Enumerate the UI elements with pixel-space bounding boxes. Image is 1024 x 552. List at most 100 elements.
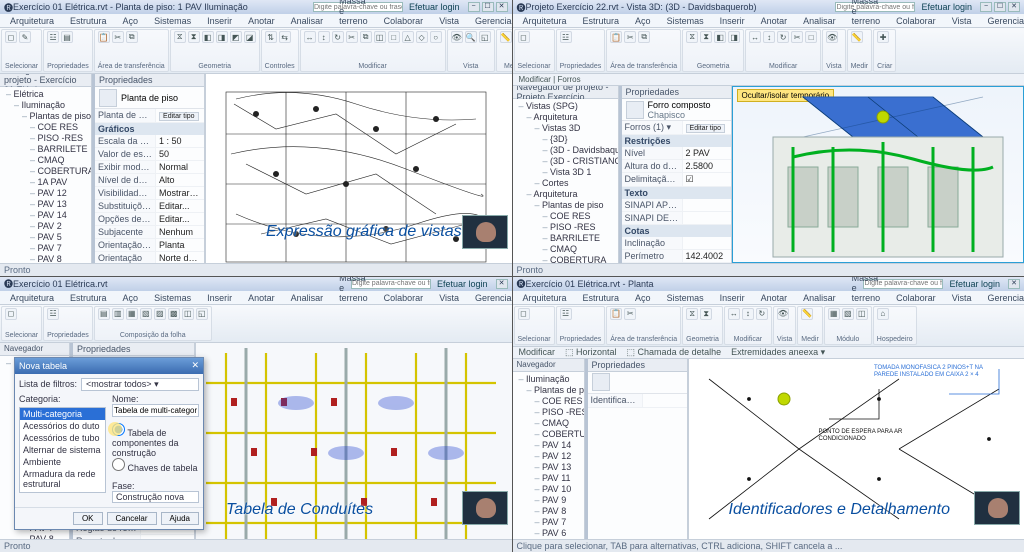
- properties-header[interactable]: Propriedades: [95, 74, 204, 87]
- ribbon-tab[interactable]: Arquitetura: [519, 292, 571, 304]
- tree-node[interactable]: Elétrica: [6, 89, 89, 100]
- property-value[interactable]: [683, 199, 731, 211]
- ribbon-tab[interactable]: Sistemas: [150, 292, 195, 304]
- tree-node[interactable]: CMAQ: [519, 244, 616, 255]
- tree-node[interactable]: Cortes: [519, 178, 616, 189]
- cancel-button[interactable]: Cancelar: [107, 512, 157, 525]
- property-value[interactable]: Mostrar ambos: [156, 187, 204, 199]
- ribbon-button[interactable]: ⧉: [126, 31, 138, 43]
- category-item[interactable]: Armadura da rede estrutural: [20, 468, 105, 490]
- property-value[interactable]: Normal: [156, 161, 204, 173]
- ribbon-tab[interactable]: Gerenciar: [984, 292, 1024, 304]
- option-item[interactable]: ⬚ Chamada de detalhe: [627, 347, 722, 358]
- option-item[interactable]: Extremidades aneexa ▾: [731, 347, 825, 358]
- ribbon-button[interactable]: ⧉: [360, 31, 372, 43]
- property-row[interactable]: Orientação sobr...Planta: [95, 239, 204, 252]
- ribbon-button[interactable]: 📋: [98, 31, 110, 43]
- property-value[interactable]: 50: [156, 148, 204, 160]
- titlebar[interactable]: 🅡 Exercício 01 Elétrica.rvt Efetuar logi…: [0, 277, 512, 291]
- property-row[interactable]: Visibilidade de p...Mostrar ambos: [95, 187, 204, 200]
- ribbon-tab[interactable]: Colaborar: [380, 292, 428, 304]
- ribbon-tab[interactable]: Arquitetura: [6, 15, 58, 27]
- ribbon-button[interactable]: 🔍: [465, 31, 477, 43]
- property-row[interactable]: Substituições Vi...Editar...: [95, 200, 204, 213]
- category-item[interactable]: Alternar de sistema: [20, 444, 105, 456]
- ribbon-tab[interactable]: Aço: [119, 15, 143, 27]
- tree-node[interactable]: PAV 6: [519, 528, 582, 539]
- ribbon-button[interactable]: ⧗: [188, 31, 200, 43]
- ribbon-button[interactable]: ▤: [98, 308, 110, 320]
- ribbon-button[interactable]: ◻: [5, 31, 17, 43]
- tree-node[interactable]: COE RES: [519, 211, 616, 222]
- project-browser-header[interactable]: Navegador: [513, 359, 584, 372]
- category-item[interactable]: Acessórios de tubo: [20, 432, 105, 444]
- property-row[interactable]: SubjacenteNenhum: [95, 226, 204, 239]
- login-link[interactable]: Efetuar login: [409, 2, 460, 12]
- property-row[interactable]: Delimitação de a...☑: [622, 173, 731, 187]
- min-button[interactable]: −: [468, 2, 480, 12]
- property-row[interactable]: Opções de exibi...Editar...: [95, 213, 204, 226]
- tree-node[interactable]: PAV 8: [519, 506, 582, 517]
- ribbon-button[interactable]: 👁: [826, 31, 838, 43]
- ribbon-button[interactable]: ▦: [126, 308, 138, 320]
- ribbon-tab[interactable]: Colaborar: [892, 15, 940, 27]
- ribbon-tab[interactable]: Anotar: [757, 292, 792, 304]
- ribbon-button[interactable]: ◧: [202, 31, 214, 43]
- ribbon-tab[interactable]: Inserir: [203, 292, 236, 304]
- ribbon-button[interactable]: 📏: [851, 31, 863, 43]
- property-value[interactable]: Editar...: [156, 213, 204, 225]
- tree-node[interactable]: COBERTURA: [6, 166, 89, 177]
- tree-node[interactable]: PAV 8: [6, 534, 67, 540]
- property-value[interactable]: Nenhum: [156, 226, 204, 238]
- tree-node[interactable]: PAV 11: [519, 473, 582, 484]
- ribbon-button[interactable]: ◻: [5, 308, 17, 320]
- tree-node[interactable]: PAV 8: [6, 254, 89, 263]
- ribbon-tab[interactable]: Estrutura: [66, 292, 111, 304]
- project-browser-header[interactable]: Navegador de projeto - Exercício 01 Elét…: [0, 74, 91, 87]
- tree-node[interactable]: Vistas (SPG): [519, 101, 616, 112]
- tree-node[interactable]: PAV 14: [519, 440, 582, 451]
- ribbon-button[interactable]: ↕: [742, 308, 754, 320]
- name-input[interactable]: [112, 404, 199, 417]
- tree-node[interactable]: BARRILETE: [519, 233, 616, 244]
- ribbon-button[interactable]: ◩: [230, 31, 242, 43]
- property-value[interactable]: Norte do projeto: [156, 252, 204, 263]
- ok-button[interactable]: OK: [73, 512, 103, 525]
- ribbon-tab[interactable]: Sistemas: [663, 292, 708, 304]
- tree-node[interactable]: PAV 13: [519, 462, 582, 473]
- tree-node[interactable]: PISO -RES: [519, 407, 582, 418]
- ribbon-tab[interactable]: Anotar: [244, 15, 279, 27]
- ribbon-button[interactable]: ▧: [842, 308, 854, 320]
- ribbon-button[interactable]: ↕: [318, 31, 330, 43]
- ribbon-button[interactable]: ☳: [47, 31, 59, 43]
- ribbon-button[interactable]: ↻: [777, 31, 789, 43]
- type-selector[interactable]: Identificadores de eq... ▾: [588, 394, 643, 407]
- property-value[interactable]: Planta: [156, 239, 204, 251]
- tree-node[interactable]: PAV 13: [6, 199, 89, 210]
- ribbon-button[interactable]: ◇: [416, 31, 428, 43]
- ribbon-button[interactable]: ↻: [756, 308, 768, 320]
- titlebar[interactable]: 🅡 Exercício 01 Elétrica.rvt - Planta Efe…: [513, 277, 1024, 291]
- tree-node[interactable]: COE RES: [6, 122, 89, 133]
- ribbon-button[interactable]: ⧉: [638, 31, 650, 43]
- ribbon-button[interactable]: 👁: [777, 308, 789, 320]
- property-row[interactable]: Perímetro142.4002: [622, 250, 731, 263]
- tree-node[interactable]: PAV 2: [6, 221, 89, 232]
- tree-node[interactable]: 1A PAV: [6, 177, 89, 188]
- tree-node[interactable]: PISO -RES: [519, 222, 616, 233]
- property-row[interactable]: Escala da vista1 : 50: [95, 135, 204, 148]
- ribbon-button[interactable]: ⧖: [686, 31, 698, 43]
- tree-node[interactable]: PAV 7: [6, 243, 89, 254]
- tree-node[interactable]: PAV 7: [519, 517, 582, 528]
- ribbon-tab[interactable]: Gerenciar: [471, 292, 511, 304]
- edit-type-button[interactable]: Editar tipo: [159, 112, 199, 121]
- ribbon-button[interactable]: ☳: [560, 31, 572, 43]
- ribbon-tab[interactable]: Estrutura: [579, 15, 624, 27]
- ribbon-button[interactable]: ◻: [518, 308, 530, 320]
- ribbon-button[interactable]: ◨: [728, 31, 740, 43]
- ribbon-tab[interactable]: Vista: [948, 292, 976, 304]
- opt-keys[interactable]: [112, 458, 125, 471]
- phase-dropdown[interactable]: Construção nova: [112, 491, 199, 503]
- ribbon-button[interactable]: ◪: [244, 31, 256, 43]
- ribbon-tab[interactable]: Colaborar: [892, 292, 940, 304]
